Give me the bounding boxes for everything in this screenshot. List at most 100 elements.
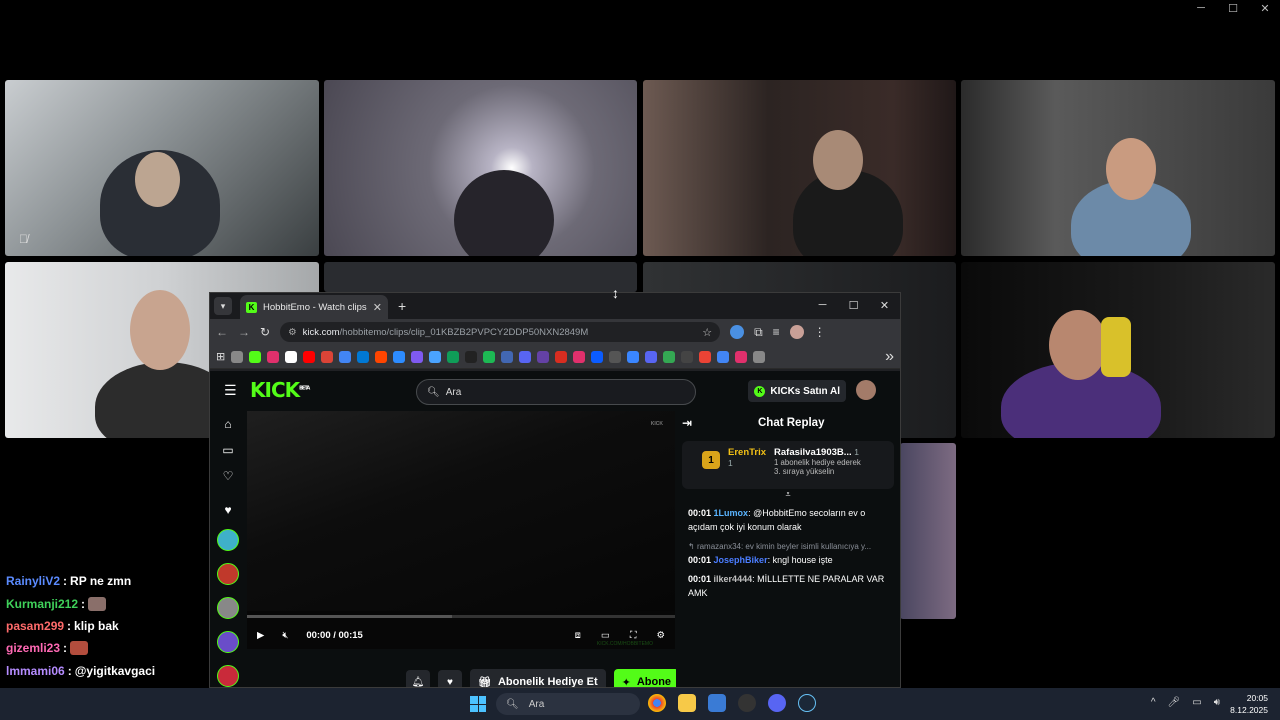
bookmark-star-icon[interactable]: ☆ xyxy=(702,326,712,339)
bookmark-favicon-icon[interactable] xyxy=(645,350,658,363)
taskbar-clock[interactable]: 20:05 8.12.2025 xyxy=(1230,692,1268,716)
bookmark-favicon-icon[interactable] xyxy=(267,350,280,363)
favorites-heart-icon[interactable]: ♥ xyxy=(224,503,231,517)
notification-bell-icon[interactable]: 🔔︎ xyxy=(406,670,430,687)
reload-icon[interactable]: ↻ xyxy=(260,325,270,339)
buy-kicks-button[interactable]: K KICKs Satın Al xyxy=(748,380,846,402)
search-input[interactable]: 🔍︎ Ara xyxy=(416,379,696,405)
steam-icon[interactable] xyxy=(798,694,816,712)
play-icon[interactable]: ▶ xyxy=(257,630,264,641)
bookmark-favicon-icon[interactable] xyxy=(519,350,532,363)
pip-icon[interactable]: ⧈ xyxy=(575,630,581,641)
bookmark-favicon-icon[interactable] xyxy=(303,350,316,363)
bookmark-favicon-icon[interactable] xyxy=(483,350,496,363)
streamer-head xyxy=(130,290,190,370)
browser-minimize-button[interactable]: ─ xyxy=(807,293,838,317)
channel-avatar[interactable] xyxy=(217,665,239,687)
browser-maximize-button[interactable]: ☐ xyxy=(838,293,869,317)
new-tab-button[interactable]: + xyxy=(398,298,406,314)
volume-icon[interactable]: 🔊︎ xyxy=(1214,697,1220,708)
channel-avatar[interactable] xyxy=(217,563,239,585)
bookmark-favicon-icon[interactable] xyxy=(357,350,370,363)
mute-icon[interactable]: 🔇︎ xyxy=(282,630,288,641)
media-controls-icon[interactable]: ≡ xyxy=(773,325,780,339)
kick-logo[interactable]: KICKBETA xyxy=(250,378,310,402)
extension-icon[interactable] xyxy=(730,325,745,339)
gift-subscription-button[interactable]: 🎁︎ Abonelik Hediye Et xyxy=(470,669,606,687)
bookmark-favicon-icon[interactable] xyxy=(627,350,640,363)
bookmark-favicon-icon[interactable] xyxy=(375,350,388,363)
close-button[interactable]: ✕ xyxy=(1258,2,1272,15)
home-icon[interactable]: ⌂ xyxy=(224,417,231,431)
bookmark-favicon-icon[interactable] xyxy=(681,350,694,363)
follow-heart-icon[interactable]: ♥ xyxy=(438,670,462,687)
bookmark-favicon-icon[interactable] xyxy=(501,350,514,363)
bookmark-favicon-icon[interactable] xyxy=(447,350,460,363)
settings-icon[interactable]: ⚙ xyxy=(656,630,665,641)
file-explorer-icon[interactable] xyxy=(678,694,696,712)
bookmark-favicon-icon[interactable] xyxy=(465,350,478,363)
discord-icon[interactable] xyxy=(768,694,786,712)
forward-icon[interactable]: → xyxy=(238,325,250,339)
chrome-icon[interactable] xyxy=(648,694,666,712)
extensions-puzzle-icon[interactable]: ⧉ xyxy=(754,325,763,340)
bookmark-favicon-icon[interactable] xyxy=(231,350,244,363)
expand-leaderboard-icon[interactable]: ⩡ xyxy=(676,489,900,501)
message-username[interactable]: JosephBiker xyxy=(714,555,768,565)
bookmark-favicon-icon[interactable] xyxy=(609,350,622,363)
browser-close-button[interactable]: ✕ xyxy=(869,293,900,317)
streamer-head xyxy=(135,152,180,207)
site-info-icon[interactable]: ⚙ xyxy=(288,327,297,338)
bookmark-favicon-icon[interactable] xyxy=(573,350,586,363)
bookmark-favicon-icon[interactable] xyxy=(735,350,748,363)
bookmark-favicon-icon[interactable] xyxy=(555,350,568,363)
theater-icon[interactable]: ▭ xyxy=(601,630,610,641)
user-avatar[interactable] xyxy=(856,380,876,400)
collapse-chat-icon[interactable]: ⇥ xyxy=(682,416,692,430)
channel-avatar[interactable] xyxy=(217,631,239,653)
bookmark-favicon-icon[interactable] xyxy=(393,350,406,363)
fullscreen-icon[interactable]: ⛶ xyxy=(630,630,637,641)
more-bookmarks-icon[interactable]: » xyxy=(885,348,894,366)
bookmark-favicon-icon[interactable] xyxy=(753,350,766,363)
bookmark-favicon-icon[interactable] xyxy=(717,350,730,363)
apps-grid-icon[interactable]: ⊞ xyxy=(216,350,225,363)
bookmark-favicon-icon[interactable] xyxy=(321,350,334,363)
channel-avatar[interactable] xyxy=(217,529,239,551)
menu-dots-icon[interactable]: ⋮ xyxy=(814,325,826,339)
bookmark-favicon-icon[interactable] xyxy=(591,350,604,363)
tab-kick[interactable]: K HobbitEmo - Watch clips on Kick ✕ xyxy=(240,295,388,319)
browse-icon[interactable]: ▭ xyxy=(222,443,233,457)
video-player[interactable]: KICK KICK.COM/HOBBITEMO ▶ 🔇︎ 00:00 / 00:… xyxy=(247,411,675,649)
obs-icon[interactable] xyxy=(738,694,756,712)
message-username[interactable]: 1Lumox xyxy=(714,508,749,518)
logo-text: KICK xyxy=(250,378,300,402)
bookmark-favicon-icon[interactable] xyxy=(537,350,550,363)
tab-search-button[interactable]: ▾ xyxy=(214,297,232,315)
bookmark-favicon-icon[interactable] xyxy=(429,350,442,363)
maximize-button[interactable]: ☐ xyxy=(1226,2,1240,15)
channel-avatar[interactable] xyxy=(217,597,239,619)
subscribe-button[interactable]: ✦ Abone xyxy=(613,669,680,687)
photos-icon[interactable] xyxy=(708,694,726,712)
menu-icon[interactable]: ☰ xyxy=(224,382,238,399)
bookmark-favicon-icon[interactable] xyxy=(411,350,424,363)
url-field[interactable]: ⚙ kick.com /hobbitemo/clips/clip_01KBZB2… xyxy=(280,322,721,342)
following-icon[interactable]: ♡ xyxy=(223,469,234,483)
windows-start-icon[interactable] xyxy=(470,696,486,712)
minimize-button[interactable]: ─ xyxy=(1194,2,1208,15)
bookmark-favicon-icon[interactable] xyxy=(249,350,262,363)
taskbar-search[interactable]: 🔍︎ Ara xyxy=(496,693,640,715)
back-icon[interactable]: ← xyxy=(216,325,228,339)
bookmark-favicon-icon[interactable] xyxy=(663,350,676,363)
microphone-icon[interactable]: 🎤︎ xyxy=(1168,697,1181,708)
tray-overflow-icon[interactable]: ^ xyxy=(1151,697,1156,708)
display-icon[interactable]: ▭ xyxy=(1192,697,1201,708)
profile-avatar[interactable] xyxy=(789,325,804,339)
bookmark-favicon-icon[interactable] xyxy=(339,350,352,363)
message-username[interactable]: ilker4444 xyxy=(714,574,753,584)
progress-bar[interactable] xyxy=(247,615,675,618)
bookmark-favicon-icon[interactable] xyxy=(285,350,298,363)
tab-close-icon[interactable]: ✕ xyxy=(373,301,382,314)
bookmark-favicon-icon[interactable] xyxy=(699,350,712,363)
